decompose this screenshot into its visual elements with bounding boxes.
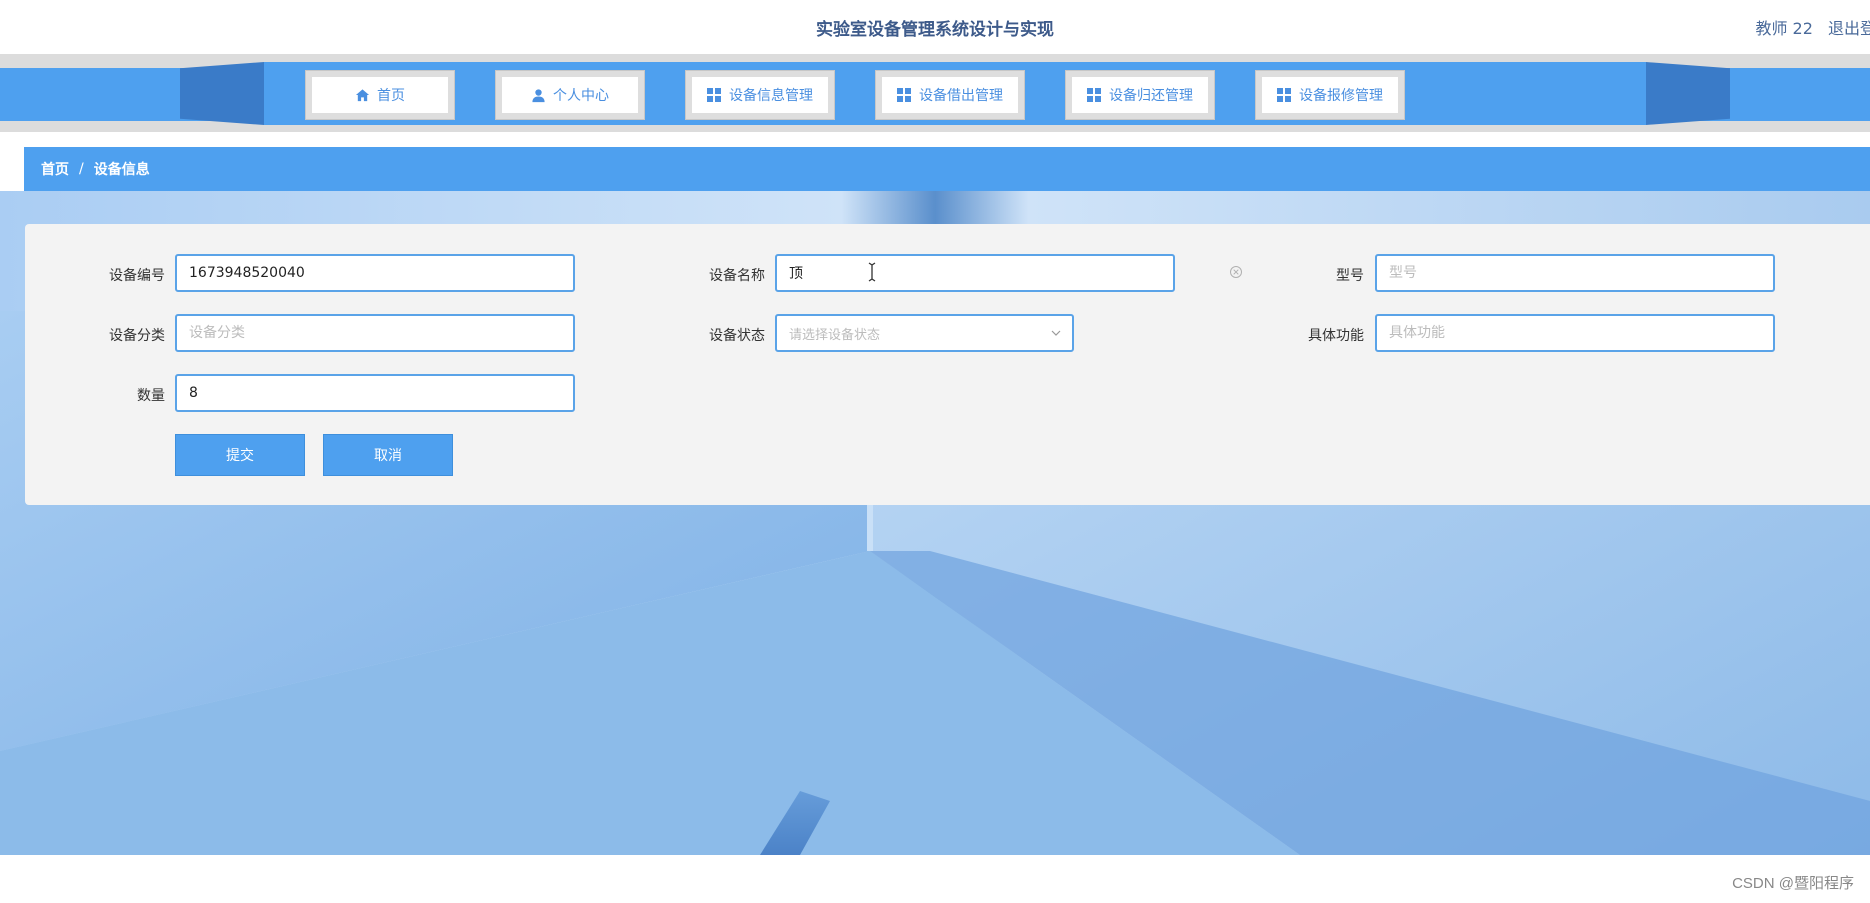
grid-icon <box>897 87 912 103</box>
breadcrumb-home[interactable]: 首页 <box>41 159 69 179</box>
grid-icon <box>1087 87 1102 103</box>
quantity-label: 数量 <box>137 388 165 404</box>
nav-item-label: 个人中心 <box>553 88 609 104</box>
category-input[interactable] <box>175 314 575 352</box>
chevron-down-icon <box>1051 330 1061 336</box>
nav-item-label: 设备归还管理 <box>1109 88 1193 104</box>
user-area: 教师 22 退出登 <box>1755 15 1870 39</box>
app-title: 实验室设备管理系统设计与实现 <box>816 20 1054 40</box>
watermark: CSDN @暨阳程序 <box>1732 875 1854 892</box>
category-label: 设备分类 <box>109 328 165 344</box>
grid-icon <box>707 87 722 103</box>
function-input[interactable] <box>1375 314 1775 352</box>
status-select[interactable]: 请选择设备状态 <box>775 314 1074 352</box>
nav-wing-right <box>1646 62 1730 125</box>
device-name-input[interactable] <box>775 254 1175 292</box>
user-icon <box>531 88 546 103</box>
breadcrumb-separator: / <box>79 161 84 177</box>
model-input[interactable] <box>1375 254 1775 292</box>
quantity-input[interactable] <box>175 374 575 412</box>
cancel-button[interactable]: 取消 <box>323 434 453 476</box>
nav-item-label: 设备借出管理 <box>919 88 1003 104</box>
nav-wing-left <box>180 62 264 125</box>
status-label: 设备状态 <box>709 328 765 344</box>
submit-button[interactable]: 提交 <box>175 434 305 476</box>
breadcrumb-current: 设备信息 <box>93 162 150 178</box>
nav-item-device-repair[interactable]: 设备报修管理 <box>1255 70 1405 120</box>
function-label: 具体功能 <box>1308 328 1364 344</box>
device-no-input[interactable] <box>175 254 575 292</box>
nav-item-home[interactable]: 首页 <box>305 70 455 120</box>
nav-item-device-info[interactable]: 设备信息管理 <box>685 70 835 120</box>
home-icon <box>355 88 370 103</box>
top-header: 实验室设备管理系统设计与实现 教师 22 退出登 <box>0 0 1870 54</box>
device-no-label: 设备编号 <box>109 268 165 284</box>
nav-item-profile[interactable]: 个人中心 <box>495 70 645 120</box>
status-select-placeholder: 请选择设备状态 <box>789 327 881 343</box>
logout-link[interactable]: 退出登 <box>1828 19 1870 38</box>
device-name-label: 设备名称 <box>709 268 765 284</box>
clear-icon[interactable] <box>1229 265 1243 279</box>
nav-item-label: 设备信息管理 <box>729 88 813 104</box>
model-label: 型号 <box>1336 268 1364 284</box>
nav-item-label: 设备报修管理 <box>1299 88 1383 104</box>
nav-item-device-return[interactable]: 设备归还管理 <box>1065 70 1215 120</box>
breadcrumb: 首页 / 设备信息 <box>24 147 1870 191</box>
nav-item-device-lend[interactable]: 设备借出管理 <box>875 70 1025 120</box>
text-cursor-icon <box>868 262 876 282</box>
user-name: 教师 22 <box>1755 19 1813 38</box>
grid-icon <box>1277 87 1292 103</box>
nav-item-label: 首页 <box>377 88 405 104</box>
